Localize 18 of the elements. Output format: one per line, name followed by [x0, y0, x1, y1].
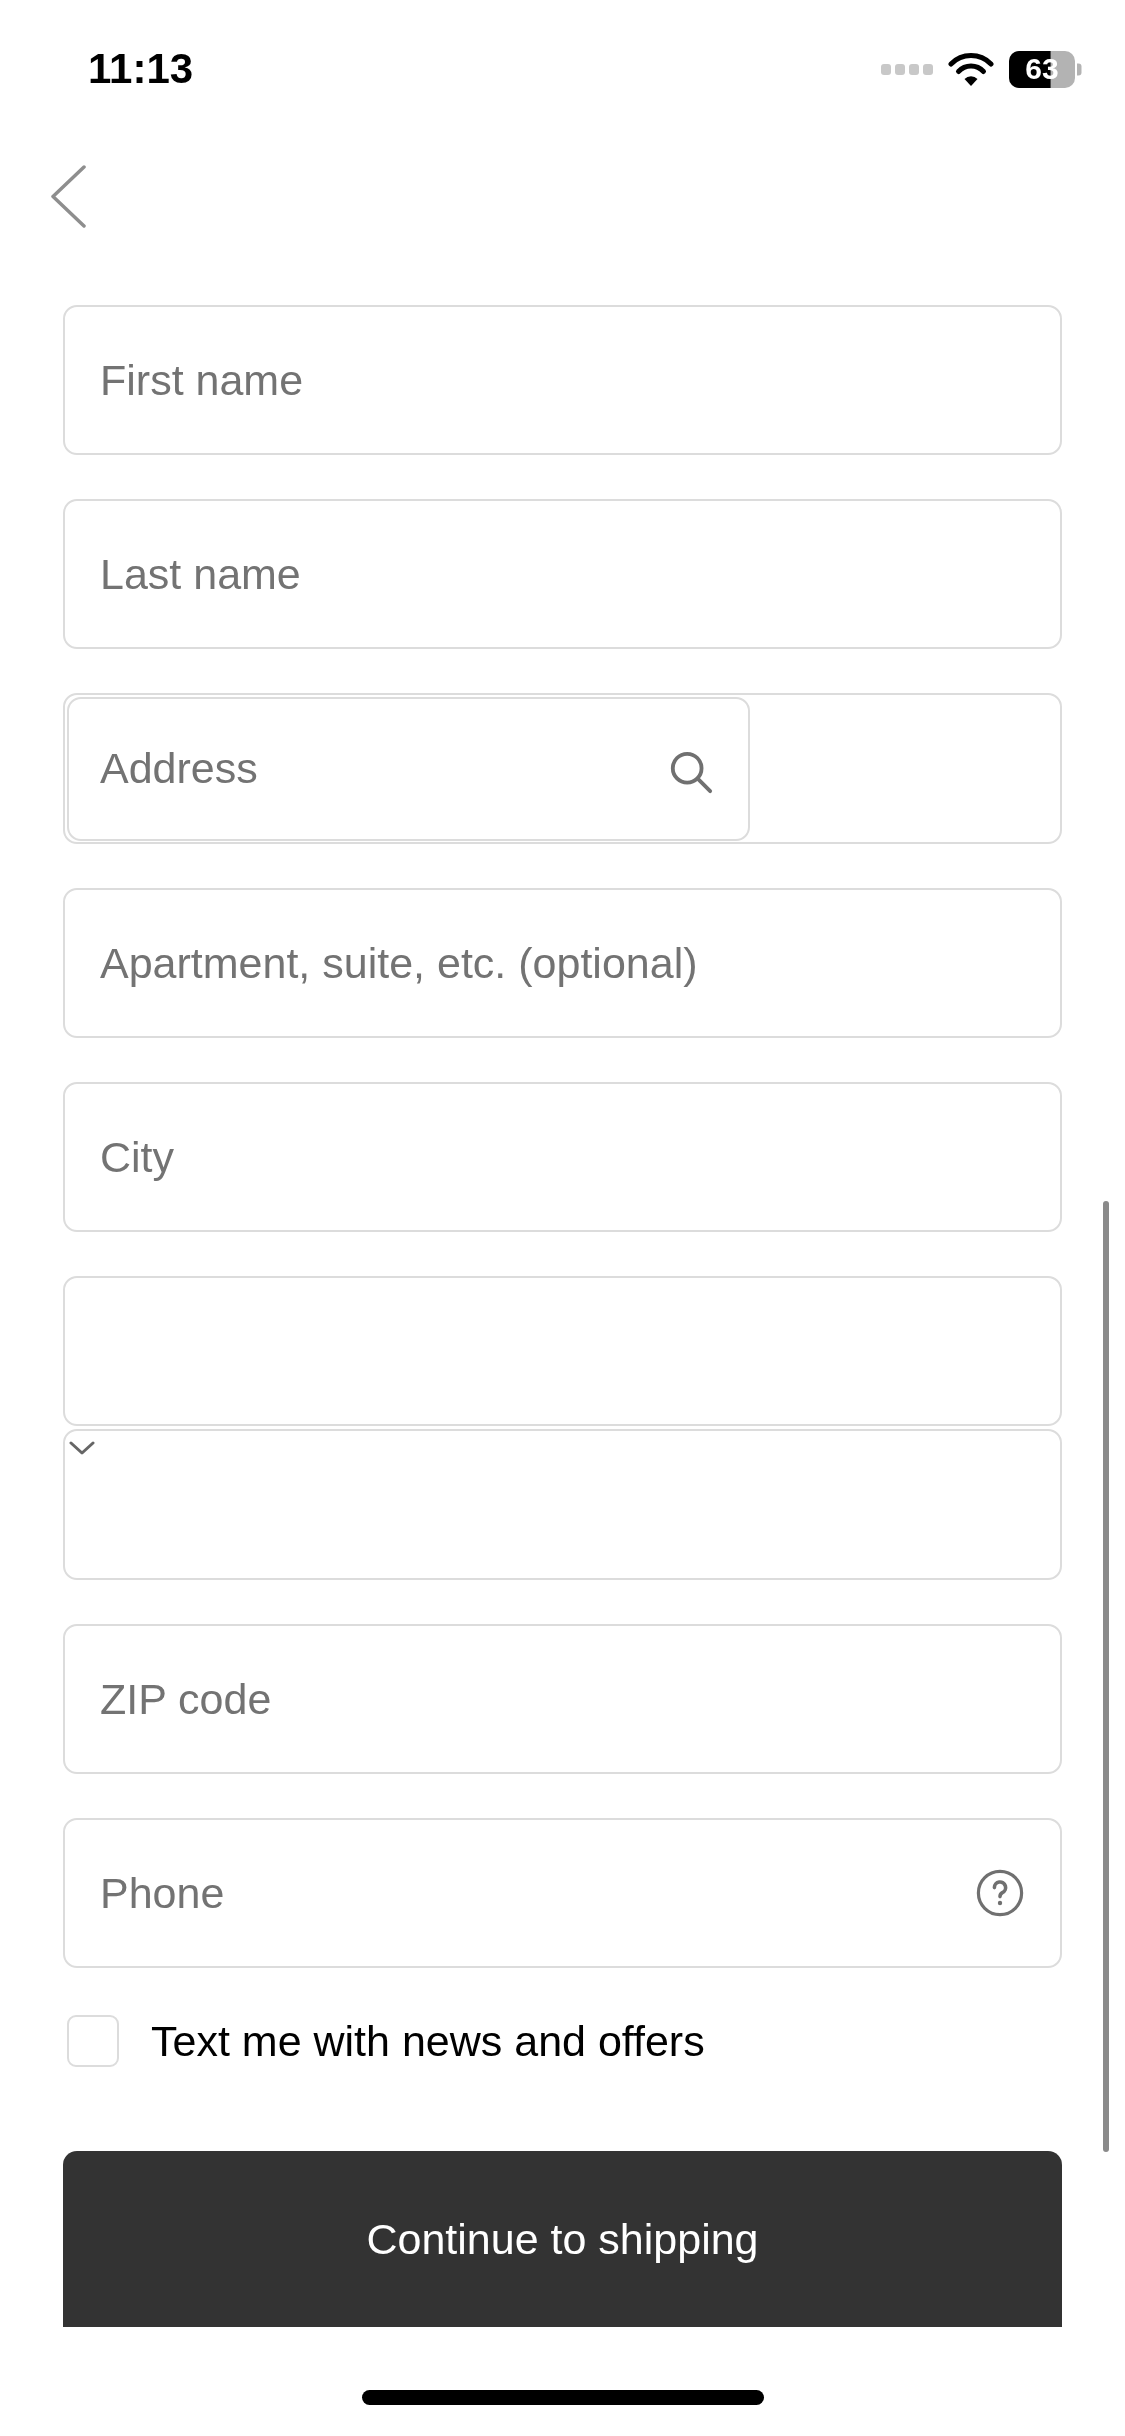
wifi-icon: [948, 52, 994, 86]
checkbox-label: Text me with news and offers: [151, 2019, 705, 2063]
text-field[interactable]: [63, 1276, 1062, 1426]
signal-icon: [881, 63, 933, 75]
back-chevron-icon: [50, 165, 86, 228]
dropdown-field[interactable]: [63, 1429, 1062, 1580]
phone-field[interactable]: Phone: [63, 1818, 1062, 1968]
text-field[interactable]: City: [63, 1082, 1062, 1232]
text-field[interactable]: ZIP code: [63, 1624, 1062, 1774]
continue-button[interactable]: Continue to shipping: [63, 2151, 1062, 2327]
text-field[interactable]: Last name: [63, 499, 1062, 649]
help-icon[interactable]: [976, 1869, 1024, 1917]
text-field[interactable]: Apartment, suite, etc. (optional): [63, 888, 1062, 1038]
chevron-down-icon: [69, 1441, 95, 1455]
status-time: 11:13: [88, 48, 194, 90]
checkbox[interactable]: [67, 2015, 119, 2067]
text-field[interactable]: First name: [63, 305, 1062, 455]
search-field[interactable]: Address: [67, 696, 750, 841]
